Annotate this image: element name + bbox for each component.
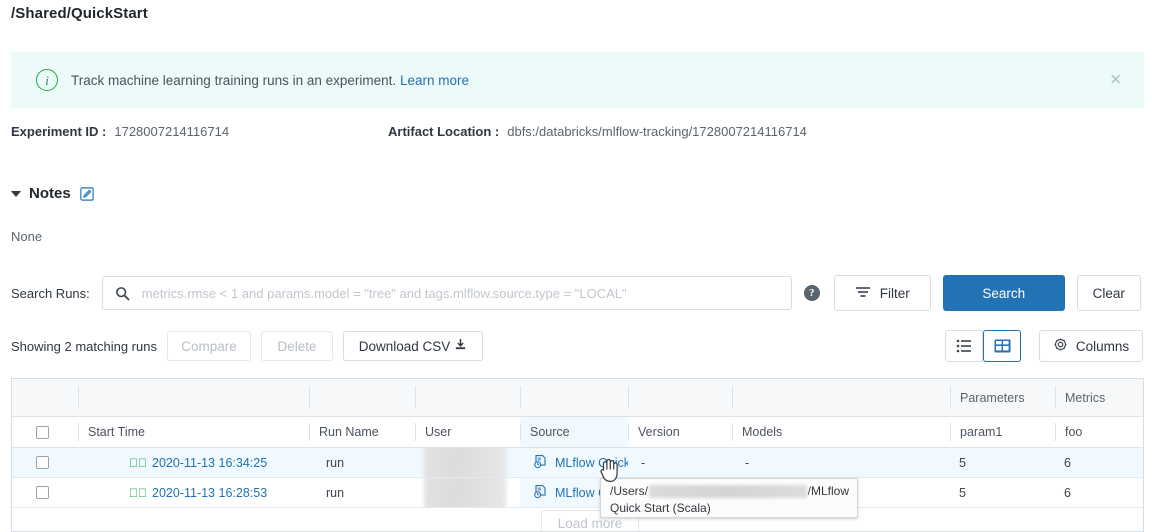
row-checkbox-cell[interactable] — [12, 448, 78, 477]
runs-table: Parameters Metrics Start Time Run Name U… — [11, 378, 1144, 532]
close-icon[interactable]: ✕ — [1109, 73, 1122, 88]
experiment-id-meta: Experiment ID : 1728007214116714 — [11, 124, 229, 139]
column-header-param1[interactable]: param1 — [950, 417, 1055, 447]
column-header-run-name[interactable]: Run Name — [309, 417, 415, 447]
search-runs-row: Search Runs: ? Filter Search Clear — [11, 276, 1141, 310]
info-banner: i Track machine learning training runs i… — [11, 52, 1144, 108]
search-button[interactable]: Search — [943, 275, 1065, 311]
search-runs-label: Search Runs: — [11, 286, 90, 301]
select-all-checkbox-cell[interactable] — [12, 417, 78, 447]
column-header-models[interactable]: Models — [732, 417, 950, 447]
load-more-row: Load more — [12, 508, 1143, 532]
notes-title: Notes — [29, 185, 71, 202]
breadcrumb[interactable]: /Shared/QuickStart — [11, 5, 148, 22]
row-checkbox[interactable] — [36, 486, 49, 499]
cell-foo: 6 — [1055, 478, 1143, 507]
list-view-icon[interactable] — [945, 330, 983, 362]
experiment-id-label: Experiment ID : — [11, 124, 106, 139]
mouse-cursor-pointer — [598, 458, 620, 489]
tooltip-path-redacted — [649, 485, 807, 498]
info-banner-text: Track machine learning training runs in … — [71, 73, 469, 88]
view-options: Columns — [945, 330, 1143, 362]
info-banner-message: Track machine learning training runs in … — [71, 73, 396, 88]
search-icon — [115, 286, 130, 301]
table-column-header-row: Start Time Run Name User Source Version … — [12, 417, 1143, 448]
cell-models: - — [732, 448, 950, 477]
select-all-checkbox[interactable] — [36, 426, 49, 439]
download-icon — [454, 338, 467, 354]
experiment-id-value: 1728007214116714 — [114, 124, 229, 139]
tooltip-line-1: /Users/ /MLflow — [610, 483, 849, 500]
group-header-cell — [12, 379, 78, 416]
search-input[interactable] — [140, 285, 760, 302]
download-csv-label: Download CSV — [359, 339, 451, 354]
runs-actions-row: Showing 2 matching runs Compare Delete D… — [11, 330, 483, 362]
row-checkbox-cell[interactable] — [12, 478, 78, 507]
gear-icon — [1053, 337, 1068, 355]
column-header-source[interactable]: Source — [520, 417, 628, 447]
group-header-cell — [520, 379, 628, 416]
check-circle-icon: ✓⃝ — [129, 456, 147, 470]
table-group-header-row: Parameters Metrics — [12, 379, 1143, 417]
group-header-cell — [732, 379, 950, 416]
column-header-foo[interactable]: foo — [1055, 417, 1143, 447]
columns-button[interactable]: Columns — [1039, 330, 1143, 362]
user-redacted — [424, 478, 506, 507]
group-header-cell — [78, 379, 309, 416]
start-time-link[interactable]: 2020-11-13 16:34:25 — [152, 456, 267, 470]
group-header-cell — [309, 379, 415, 416]
column-header-start-time[interactable]: Start Time — [78, 417, 309, 447]
edit-pencil-icon[interactable] — [80, 187, 94, 201]
cell-foo: 6 — [1055, 448, 1143, 477]
cell-param1: 5 — [950, 448, 1055, 477]
artifact-location-meta: Artifact Location : dbfs:/databricks/mlf… — [388, 124, 807, 139]
search-box[interactable] — [102, 276, 792, 310]
group-header-metrics: Metrics — [1055, 379, 1143, 416]
tooltip-path-suffix: /MLflow — [808, 483, 849, 500]
cell-param1: 5 — [950, 478, 1055, 507]
artifact-location-label: Artifact Location : — [388, 124, 499, 139]
cell-start-time[interactable]: ✓⃝ 2020-11-13 16:34:25 — [78, 448, 309, 477]
info-circle-icon: i — [36, 69, 58, 91]
mlflow-experiment-page: /Shared/QuickStart i Track machine learn… — [0, 0, 1152, 532]
user-redacted — [424, 448, 506, 477]
compare-button[interactable]: Compare — [167, 331, 251, 361]
notebook-revision-icon — [533, 454, 548, 472]
notes-body: None — [11, 229, 42, 244]
cell-user — [415, 448, 520, 477]
check-circle-icon: ✓⃝ — [129, 486, 147, 500]
showing-runs-count: Showing 2 matching runs — [11, 339, 157, 354]
group-header-parameters: Parameters — [950, 379, 1055, 416]
download-csv-button[interactable]: Download CSV — [343, 331, 483, 361]
start-time-link[interactable]: 2020-11-13 16:28:53 — [152, 486, 267, 500]
cell-run-name: run — [309, 448, 415, 477]
group-header-cell — [628, 379, 732, 416]
notes-header[interactable]: Notes — [11, 185, 94, 202]
cell-version: - — [628, 448, 732, 477]
learn-more-link[interactable]: Learn more — [400, 73, 469, 88]
cell-user — [415, 478, 520, 507]
chevron-down-icon[interactable] — [11, 191, 21, 197]
columns-label: Columns — [1076, 339, 1129, 354]
artifact-location-value: dbfs:/databricks/mlflow-tracking/1728007… — [507, 124, 807, 139]
cell-start-time[interactable]: ✓⃝ 2020-11-13 16:28:53 — [78, 478, 309, 507]
tooltip-line-2: Quick Start (Scala) — [610, 500, 849, 517]
delete-button[interactable]: Delete — [261, 331, 333, 361]
grid-view-icon[interactable] — [983, 330, 1021, 362]
question-mark-icon[interactable]: ? — [804, 285, 820, 301]
table-row[interactable]: ✓⃝ 2020-11-13 16:34:25 run MLflow Qu — [12, 448, 1143, 478]
group-header-cell — [415, 379, 520, 416]
filter-button[interactable]: Filter — [834, 275, 931, 311]
column-header-user[interactable]: User — [415, 417, 520, 447]
table-row[interactable]: ✓⃝ 2020-11-13 16:28:53 run MLflow Qu — [12, 478, 1143, 508]
notebook-revision-icon — [533, 484, 548, 502]
filter-icon — [855, 286, 871, 301]
row-checkbox[interactable] — [36, 456, 49, 469]
view-toggle-group — [945, 330, 1021, 362]
source-tooltip: /Users/ /MLflow Quick Start (Scala) — [600, 478, 858, 518]
column-header-version[interactable]: Version — [628, 417, 732, 447]
cell-run-name: run — [309, 478, 415, 507]
clear-button[interactable]: Clear — [1077, 275, 1141, 311]
filter-label: Filter — [880, 286, 910, 301]
